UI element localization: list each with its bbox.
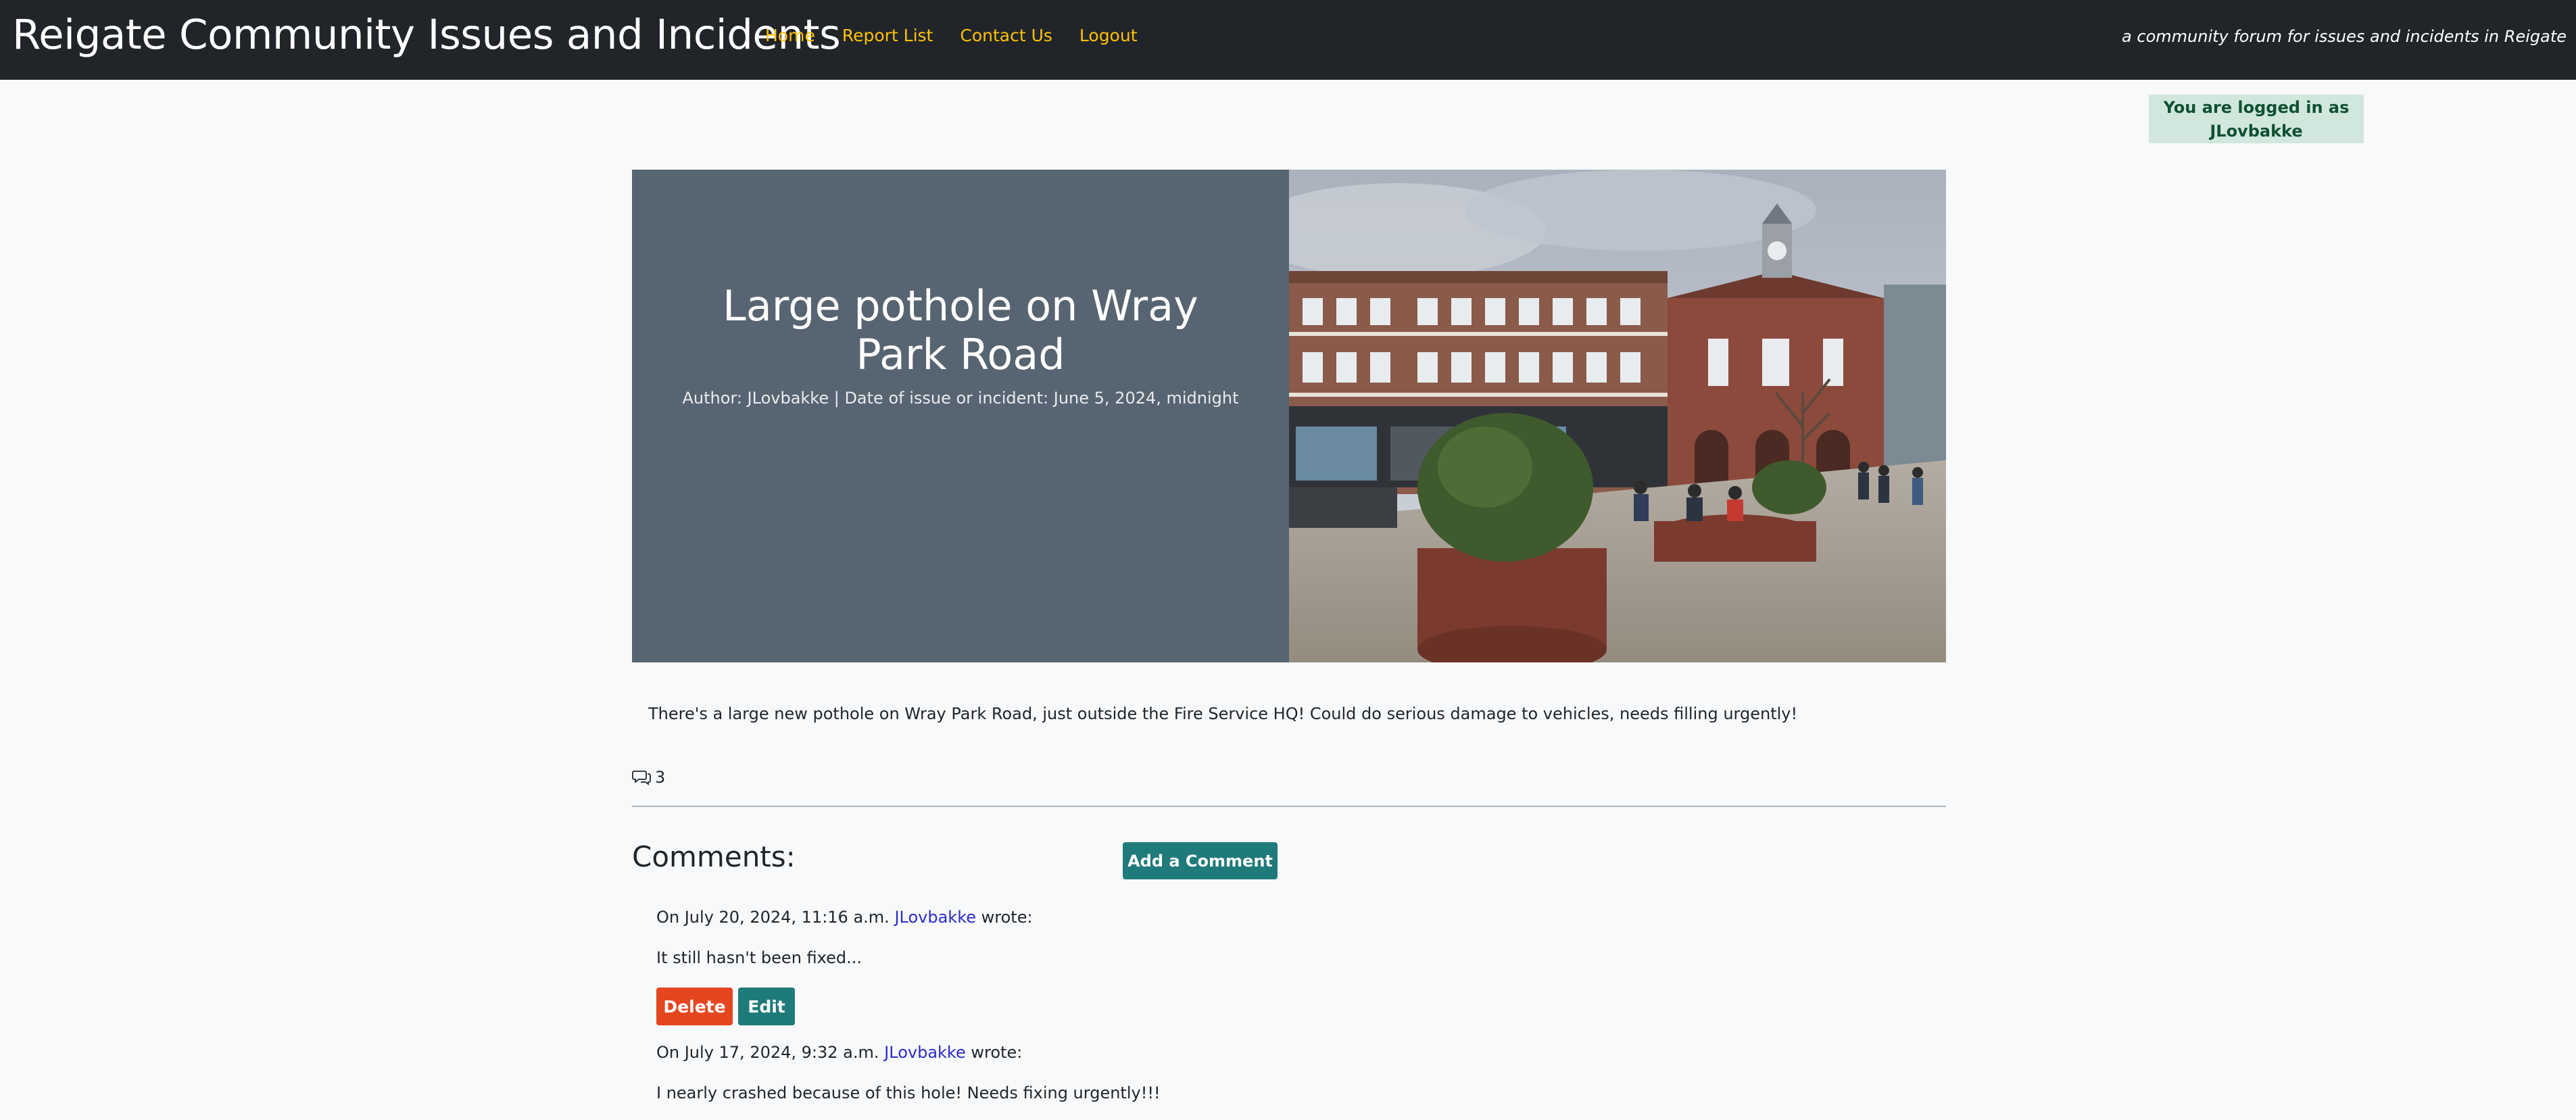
comment-count: 3 — [632, 768, 665, 787]
town-square-photo — [1289, 170, 1946, 662]
delete-comment-button[interactable]: Delete — [656, 988, 733, 1025]
comment-wrote: wrote: — [981, 908, 1033, 927]
nav-link-contact-us[interactable]: Contact Us — [960, 26, 1052, 45]
top-navbar: Reigate Community Issues and Incidents H… — [0, 0, 2576, 80]
nav-link-home[interactable]: Home — [765, 26, 815, 45]
comment-author-link[interactable]: JLovbakke — [894, 908, 976, 927]
comment-date: On July 20, 2024, 11:16 a.m. — [656, 908, 890, 927]
comment-wrote: wrote: — [971, 1043, 1023, 1062]
site-brand[interactable]: Reigate Community Issues and Incidents — [12, 11, 841, 59]
comment-date: On July 17, 2024, 9:32 a.m. — [656, 1043, 879, 1062]
site-tagline: a community forum for issues and inciden… — [2122, 27, 2567, 46]
comment-text: It still hasn't been fixed... — [656, 948, 862, 967]
comments-icon — [632, 771, 651, 785]
section-divider — [632, 806, 1946, 807]
issue-title: Large pothole on Wray Park Road — [723, 281, 1198, 379]
issue-description: There's a large new pothole on Wray Park… — [648, 704, 1798, 723]
comment-meta: On July 20, 2024, 11:16 a.m. JLovbakke w… — [656, 908, 1033, 927]
issue-meta: Author: JLovbakke | Date of issue or inc… — [682, 389, 1239, 408]
add-comment-button[interactable]: Add a Comment — [1123, 842, 1278, 879]
hero-text-panel: Large pothole on Wray Park Road Author: … — [632, 170, 1289, 662]
issue-photo — [1289, 170, 1946, 662]
issue-hero: Large pothole on Wray Park Road Author: … — [632, 170, 1946, 662]
nav-link-report-list[interactable]: Report List — [842, 26, 933, 45]
comment-text: I nearly crashed because of this hole! N… — [656, 1084, 1161, 1102]
comments-heading: Comments: — [632, 840, 796, 873]
edit-comment-button[interactable]: Edit — [738, 988, 795, 1025]
comment-count-value: 3 — [655, 768, 666, 787]
comment-author-link[interactable]: JLovbakke — [884, 1043, 966, 1062]
login-status-badge: You are logged in as JLovbakke — [2149, 95, 2364, 143]
nav-link-logout[interactable]: Logout — [1079, 26, 1138, 45]
comment-meta: On July 17, 2024, 9:32 a.m. JLovbakke wr… — [656, 1043, 1022, 1062]
nav-links: Home Report List Contact Us Logout — [765, 26, 1165, 45]
